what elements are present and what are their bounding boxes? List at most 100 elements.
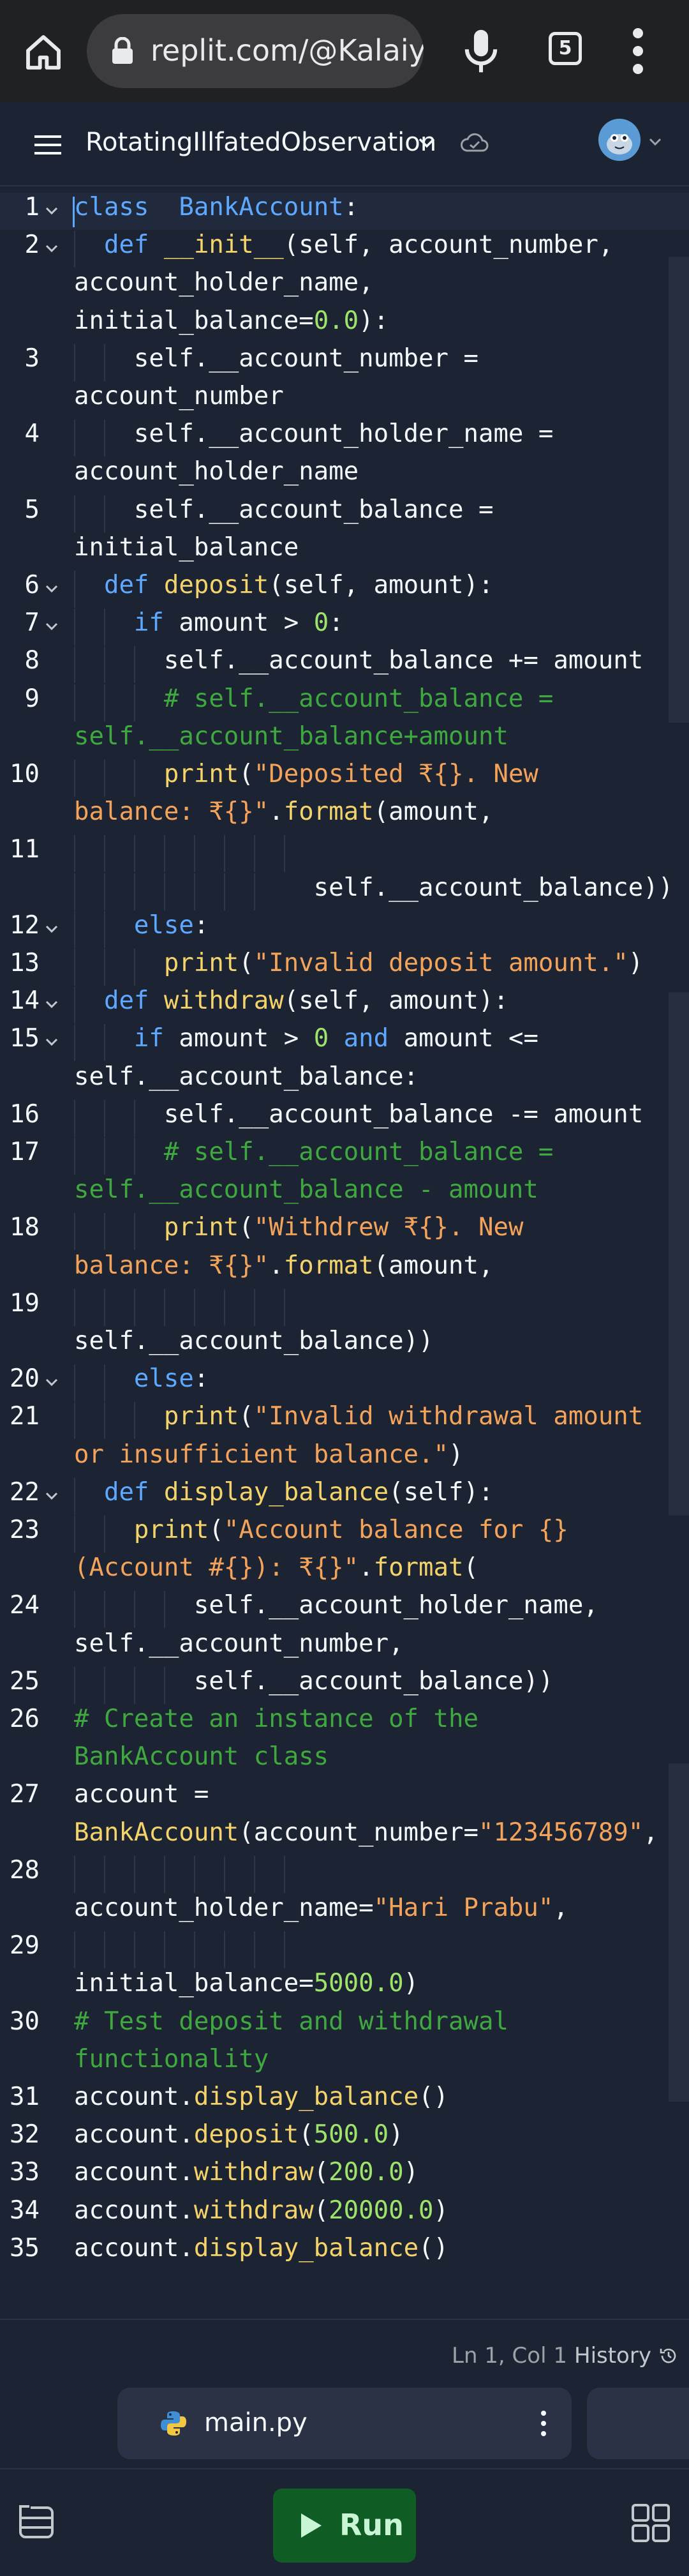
code-line[interactable]: self.__account_number, [0,1629,689,1666]
code-text: self.__account_balance)) [74,873,674,902]
code-line[interactable]: 23 print("Account balance for {} [0,1516,689,1553]
address-bar[interactable]: replit.com/@Kalaiya [87,14,424,88]
layers-icon[interactable] [18,2504,55,2541]
code-line[interactable]: 22 def display_balance(self): [0,1477,689,1515]
code-line[interactable]: self.__account_balance: [0,1062,689,1099]
file-tab-next[interactable] [587,2388,689,2459]
code-line[interactable]: 3 self.__account_number = [0,343,689,381]
code-line[interactable]: 11 [0,835,689,873]
fold-chevron-icon[interactable] [45,621,59,631]
code-line[interactable]: 10 print("Deposited ₹{}. New [0,760,689,797]
code-token: else [133,910,194,940]
file-menu-icon[interactable] [538,2408,549,2439]
code-token: account_number [74,382,284,411]
fold-chevron-icon[interactable] [45,206,59,216]
code-token: self.__account_balance -= amount [74,1099,644,1129]
hamburger-menu-icon[interactable] [34,135,61,154]
line-number: 34 [10,2196,40,2225]
code-line[interactable]: 21 print("Invalid withdrawal amount [0,1402,689,1440]
code-line[interactable]: 26 # Create an instance of the [0,1705,689,1742]
code-line[interactable]: 34 account.withdraw(20000.0) [0,2196,689,2233]
fold-chevron-icon[interactable] [45,1377,59,1387]
code-line[interactable]: 15 if amount > 0 and amount <= [0,1024,689,1062]
tabs-icon[interactable]: 5 [549,32,582,65]
code-line[interactable]: account_holder_name="Hari Prabu", [0,1894,689,1931]
code-line[interactable]: self.__account_balance)) [0,1327,689,1364]
code-text: self.__account_balance)) [74,1667,554,1696]
code-line[interactable]: (Account #{}): ₹{}".format( [0,1553,689,1590]
fold-chevron-icon[interactable] [45,243,59,253]
code-line[interactable]: 6 def deposit(self, amount): [0,571,689,608]
code-line[interactable]: 32 account.deposit(500.0) [0,2120,689,2157]
run-button[interactable]: Run [273,2489,416,2563]
history-button[interactable]: History [574,2343,651,2369]
code-line[interactable]: 8 self.__account_balance += amount [0,646,689,684]
code-line[interactable]: 33 account.withdraw(200.0) [0,2158,689,2195]
code-line[interactable]: balance: ₹{}".format(amount, [0,797,689,834]
code-token: 0 [313,1024,329,1053]
fold-chevron-icon[interactable] [45,924,59,934]
code-line[interactable]: 1 class BankAccount: [0,193,689,230]
code-line[interactable]: 30 # Test deposit and withdrawal [0,2007,689,2044]
code-line[interactable]: 18 print("Withdrew ₹{}. New [0,1213,689,1251]
code-line[interactable]: balance: ₹{}".format(amount, [0,1251,689,1288]
code-line[interactable]: 12 else: [0,910,689,948]
code-line[interactable]: initial_balance=5000.0) [0,1969,689,2006]
fold-chevron-icon[interactable] [45,1037,59,1047]
code-line[interactable]: initial_balance=0.0): [0,306,689,343]
code-line[interactable]: 4 self.__account_holder_name = [0,419,689,457]
code-line[interactable]: 7 if amount > 0: [0,608,689,646]
avatar[interactable] [598,119,641,161]
more-vert-icon[interactable] [625,26,651,77]
mic-icon[interactable] [463,28,499,74]
code-line[interactable]: BankAccount(account_number="123456789", [0,1818,689,1855]
file-tab-main[interactable]: main.py [117,2388,572,2459]
code-line[interactable]: 16 self.__account_balance -= amount [0,1099,689,1137]
grid-icon[interactable] [632,2504,670,2542]
code-token: display_balance [193,2083,419,2111]
indent-guide [224,1931,225,1969]
code-line[interactable]: or insufficient balance.") [0,1440,689,1477]
history-icon[interactable] [658,2346,679,2366]
browser-toolbar: replit.com/@Kalaiya 5 [0,0,689,102]
code-line[interactable]: initial_balance [0,533,689,570]
code-line[interactable]: 35 account.display_balance() [0,2234,689,2271]
code-line[interactable]: 31 account.display_balance() [0,2083,689,2120]
code-line[interactable]: 9 # self.__account_balance = [0,684,689,721]
code-line[interactable]: self.__account_balance+amount [0,722,689,759]
line-number: 7 [24,608,40,638]
home-icon[interactable] [23,32,64,73]
code-line[interactable]: self.__account_balance - amount [0,1175,689,1212]
repl-title[interactable]: RotatingIllfatedObservation [85,128,436,157]
code-line[interactable]: 2 def __init__(self, account_number, [0,230,689,268]
code-text: self.__account_balance -= amount [74,1100,643,1129]
fold-chevron-icon[interactable] [45,999,59,1009]
avatar-chevron-icon[interactable] [648,137,662,147]
chevron-down-icon[interactable] [417,135,436,151]
code-token: ) [433,2196,449,2225]
code-line[interactable]: account_holder_name, [0,268,689,305]
code-line[interactable]: functionality [0,2045,689,2082]
code-line[interactable]: 25 self.__account_balance)) [0,1666,689,1704]
code-line[interactable]: 28 [0,1855,689,1893]
code-line[interactable]: 5 self.__account_balance = [0,495,689,532]
fold-chevron-icon[interactable] [45,1491,59,1501]
code-line[interactable]: 29 [0,1931,689,1969]
code-line[interactable]: account_number [0,382,689,419]
code-token: account. [74,2120,194,2150]
code-line[interactable]: 27 account = [0,1780,689,1817]
code-line[interactable]: 20 else: [0,1364,689,1402]
code-line[interactable]: 17 # self.__account_balance = [0,1138,689,1175]
code-line[interactable]: 13 print("Invalid deposit amount.") [0,949,689,986]
code-line[interactable]: account_holder_name [0,457,689,494]
code-line[interactable]: 14 def withdraw(self, amount): [0,986,689,1024]
code-token: self.__account_balance - amount [74,1175,538,1205]
code-line[interactable]: 19 [0,1288,689,1326]
fold-chevron-icon[interactable] [45,584,59,594]
code-line[interactable]: BankAccount class [0,1742,689,1779]
code-line[interactable]: self.__account_balance)) [0,873,689,910]
code-line[interactable]: 24 self.__account_holder_name, [0,1591,689,1629]
code-editor[interactable]: 1 class BankAccount: 2 def __init__(self, … [0,186,689,2319]
text-cursor [73,197,75,227]
